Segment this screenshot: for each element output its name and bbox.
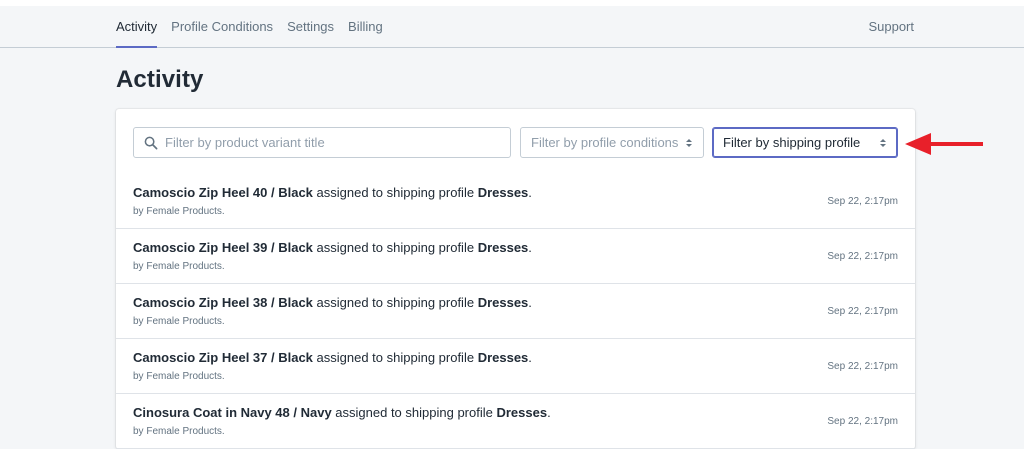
activity-text-end: . — [528, 240, 532, 255]
activity-card: Filter by profile conditions Filter by s… — [116, 109, 915, 449]
activity-title: Camoscio Zip Heel 40 / Black assigned to… — [133, 185, 532, 200]
activity-title: Camoscio Zip Heel 37 / Black assigned to… — [133, 350, 532, 365]
activity-list: Camoscio Zip Heel 40 / Black assigned to… — [116, 174, 915, 449]
list-item: Camoscio Zip Heel 38 / Black assigned to… — [116, 284, 915, 339]
tab-billing[interactable]: Billing — [348, 6, 390, 48]
activity-text: assigned to shipping profile — [312, 240, 478, 255]
search-input[interactable] — [165, 135, 495, 150]
nav-tabs: Activity Profile Conditions Settings Bil… — [116, 6, 397, 48]
shipping-profile-name: Dresses — [477, 240, 529, 255]
activity-text: assigned to shipping profile — [331, 405, 497, 420]
activity-text-end: . — [528, 295, 532, 310]
tab-settings[interactable]: Settings — [287, 6, 341, 48]
shipping-profile-select-label: Filter by shipping profile — [723, 135, 861, 150]
activity-timestamp: Sep 22, 2:17pm — [827, 306, 898, 317]
top-navigation: Activity Profile Conditions Settings Bil… — [0, 0, 1024, 48]
profile-conditions-select-label: Filter by profile conditions — [531, 135, 679, 150]
list-item: Cinosura Coat in Navy 48 / Navy assigned… — [116, 394, 915, 449]
list-item: Camoscio Zip Heel 40 / Black assigned to… — [116, 174, 915, 229]
activity-timestamp: Sep 22, 2:17pm — [827, 251, 898, 262]
activity-timestamp: Sep 22, 2:17pm — [827, 416, 898, 427]
activity-timestamp: Sep 22, 2:17pm — [827, 361, 898, 372]
activity-text-end: . — [547, 405, 551, 420]
activity-timestamp: Sep 22, 2:17pm — [827, 196, 898, 207]
activity-text: assigned to shipping profile — [312, 185, 478, 200]
activity-text: assigned to shipping profile — [312, 295, 478, 310]
activity-title: Camoscio Zip Heel 39 / Black assigned to… — [133, 240, 532, 255]
search-icon — [144, 136, 158, 149]
chevron-up-down-icon — [685, 136, 693, 150]
profile-conditions-select[interactable]: Filter by profile conditions — [520, 127, 704, 158]
red-arrow-icon — [905, 133, 983, 155]
activity-text: assigned to shipping profile — [312, 350, 478, 365]
activity-author: by Female Products. — [133, 371, 225, 382]
page-title: Activity — [116, 66, 204, 93]
activity-title: Camoscio Zip Heel 38 / Black assigned to… — [133, 295, 532, 310]
activity-author: by Female Products. — [133, 426, 225, 437]
product-variant-name: Camoscio Zip Heel 39 / Black — [133, 240, 313, 255]
product-variant-name: Camoscio Zip Heel 38 / Black — [133, 295, 313, 310]
list-item: Camoscio Zip Heel 39 / Black assigned to… — [116, 229, 915, 284]
search-field[interactable] — [133, 127, 511, 158]
shipping-profile-select[interactable]: Filter by shipping profile — [712, 127, 898, 158]
tab-profile-conditions[interactable]: Profile Conditions — [171, 6, 280, 48]
product-variant-name: Camoscio Zip Heel 40 / Black — [133, 185, 313, 200]
activity-text-end: . — [528, 350, 532, 365]
shipping-profile-name: Dresses — [477, 350, 529, 365]
activity-author: by Female Products. — [133, 261, 225, 272]
product-variant-name: Camoscio Zip Heel 37 / Black — [133, 350, 313, 365]
tab-activity[interactable]: Activity — [116, 6, 158, 48]
activity-author: by Female Products. — [133, 206, 225, 217]
list-item: Camoscio Zip Heel 37 / Black assigned to… — [116, 339, 915, 394]
shipping-profile-name: Dresses — [477, 295, 529, 310]
chevron-up-down-icon — [879, 136, 887, 150]
product-variant-name: Cinosura Coat in Navy 48 / Navy — [133, 405, 332, 420]
activity-text-end: . — [528, 185, 532, 200]
filter-bar: Filter by profile conditions Filter by s… — [133, 127, 898, 158]
support-link[interactable]: Support — [868, 6, 914, 46]
shipping-profile-name: Dresses — [496, 405, 548, 420]
activity-title: Cinosura Coat in Navy 48 / Navy assigned… — [133, 405, 551, 420]
shipping-profile-name: Dresses — [477, 185, 529, 200]
activity-author: by Female Products. — [133, 316, 225, 327]
